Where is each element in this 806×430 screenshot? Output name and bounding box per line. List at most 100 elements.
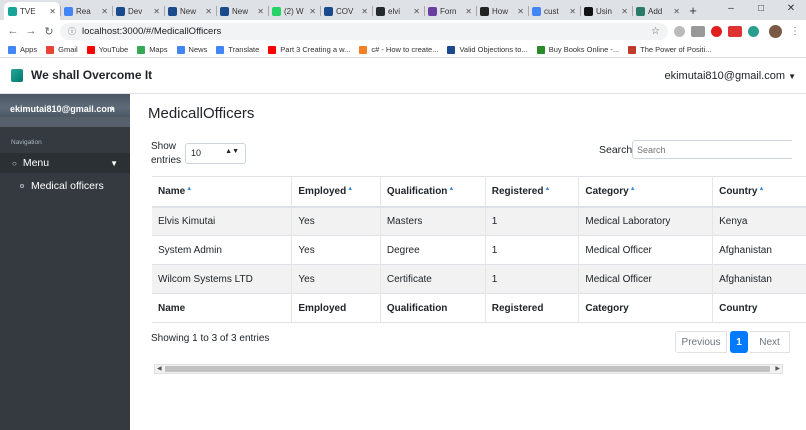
tab-close-icon[interactable]: ✕ (569, 7, 576, 16)
table-cell: Medical Laboratory (578, 206, 714, 236)
sidebar-item-medical-officers[interactable]: Medical officers (0, 177, 130, 195)
table-footer-row: Name Employed Qualification Registered Categ… (152, 293, 806, 323)
bookmarks-bar: Apps Gmail YouTube Maps News Translate Part 3 … (0, 42, 806, 58)
url-input[interactable]: ⓘ localhost:3000/#/MedicallOfficers ☆ (60, 22, 668, 40)
column-header[interactable]: Qualification▲ (380, 176, 486, 208)
bookmark-item[interactable]: c# - How to create... (359, 45, 438, 54)
tab-close-icon[interactable]: ✕ (309, 7, 316, 16)
camera-extension-icon[interactable] (691, 25, 705, 37)
tab-close-icon[interactable]: ✕ (673, 7, 680, 16)
tab-favicon-icon (324, 6, 333, 16)
bookmark-item[interactable]: Apps (8, 45, 37, 54)
bookmark-item[interactable]: Part 3 Creating a w... (268, 45, 350, 54)
bookmark-favicon-icon (137, 45, 146, 54)
column-footer-label: Name (158, 302, 186, 314)
shield-extension-icon[interactable] (674, 25, 685, 37)
bookmark-label: Part 3 Creating a w... (280, 45, 351, 54)
profile-avatar[interactable] (769, 24, 782, 38)
brand[interactable]: We shall Overcome It (11, 68, 152, 82)
tab-favicon-icon (532, 6, 541, 16)
page-1-button[interactable]: 1 (730, 331, 748, 353)
bookmark-item[interactable]: YouTube (86, 45, 128, 54)
tab-close-icon[interactable]: ✕ (49, 7, 56, 16)
browser-tab[interactable]: Rea ✕ (60, 2, 112, 20)
column-footer-label: Qualification (386, 302, 448, 314)
page-length-select[interactable]: 10 ▲▼ (185, 143, 246, 164)
sidebar-user-panel[interactable]: ekimutai810@gmail.com › (0, 94, 130, 127)
column-header[interactable]: Registered▲ (485, 176, 580, 208)
minimize-icon[interactable]: – (716, 0, 746, 18)
maximize-icon[interactable]: □ (746, 0, 776, 18)
table-row[interactable]: Elvis Kimutai Yes Masters 1 Medical Laborato… (152, 206, 806, 236)
table-cell: Masters (380, 206, 486, 236)
bookmark-star-icon[interactable]: ☆ (651, 26, 660, 37)
browser-tab[interactable]: COV ✕ (320, 2, 372, 20)
tab-close-icon[interactable]: ✕ (621, 7, 628, 16)
sidebar-menu-toggle[interactable]: ○ Menu ▼ (0, 153, 130, 173)
tab-label: Forn (440, 6, 457, 16)
menu-icon: ○ (12, 158, 17, 168)
scrollbar-thumb[interactable] (165, 366, 770, 372)
recycle-extension-icon[interactable] (748, 25, 759, 37)
tab-close-icon[interactable]: ✕ (517, 7, 524, 16)
bookmark-favicon-icon (46, 45, 55, 54)
horizontal-scrollbar[interactable]: ◀ ▶ (154, 364, 783, 374)
browser-tab[interactable]: Usin ✕ (580, 2, 632, 20)
tab-close-icon[interactable]: ✕ (465, 7, 472, 16)
table-row[interactable]: Wilcom Systems LTD Yes Certificate 1 Medical… (152, 264, 806, 294)
search-input[interactable] (632, 140, 792, 159)
table-cell: Yes (291, 264, 381, 294)
opera-extension-icon[interactable] (711, 25, 722, 37)
column-header[interactable]: Category▲ (578, 176, 714, 208)
browser-tab[interactable]: (2) W ✕ (268, 2, 320, 20)
tab-close-icon[interactable]: ✕ (153, 7, 160, 16)
scroll-right-icon[interactable]: ▶ (775, 365, 780, 372)
bookmark-item[interactable]: Translate (216, 45, 259, 54)
tab-close-icon[interactable]: ✕ (101, 7, 108, 16)
bookmark-item[interactable]: The Power of Positi... (628, 45, 711, 54)
browser-tab[interactable]: elvi ✕ (372, 2, 424, 20)
browser-tab[interactable]: Dev ✕ (112, 2, 164, 20)
browser-tab[interactable]: Add ✕ (632, 2, 684, 20)
new-tab-button[interactable]: + (684, 2, 702, 20)
browser-tab[interactable]: New ✕ (164, 2, 216, 20)
close-window-icon[interactable]: ✕ (776, 0, 806, 18)
pdf-extension-icon[interactable] (728, 25, 742, 37)
browser-tab[interactable]: cust ✕ (528, 2, 580, 20)
tab-close-icon[interactable]: ✕ (257, 7, 264, 16)
info-icon[interactable]: ⓘ (68, 26, 76, 37)
next-page-button[interactable]: Next (750, 331, 790, 353)
bookmark-favicon-icon (176, 45, 185, 54)
bookmark-item[interactable]: Gmail (46, 45, 78, 54)
bookmark-item[interactable]: News (176, 45, 207, 54)
column-header[interactable]: Country▲ (712, 176, 806, 208)
bookmark-item[interactable]: Buy Books Online -... (536, 45, 619, 54)
tab-label: Rea (76, 6, 91, 16)
browser-tab[interactable]: New ✕ (216, 2, 268, 20)
table-info: Showing 1 to 3 of 3 entries (151, 333, 270, 344)
scroll-left-icon[interactable]: ◀ (157, 365, 162, 372)
browser-tab[interactable]: How ✕ (476, 2, 528, 20)
tab-favicon-icon (636, 6, 645, 16)
previous-page-button[interactable]: Previous (675, 331, 727, 353)
table-row[interactable]: System Admin Yes Degree 1 Medical Officer Afg… (152, 235, 806, 265)
browser-tab[interactable]: TVE ✕ (4, 2, 60, 20)
forward-icon[interactable]: → (24, 25, 38, 37)
menu-kebab-icon[interactable]: ⋮ (790, 26, 800, 37)
tab-label: COV (336, 6, 354, 16)
column-header[interactable]: Employed▲ (291, 176, 381, 208)
column-header[interactable]: Name▲ (152, 176, 293, 208)
browser-tab[interactable]: Forn ✕ (424, 2, 476, 20)
reload-icon[interactable]: ↻ (42, 25, 56, 38)
tab-close-icon[interactable]: ✕ (413, 7, 420, 16)
tab-close-icon[interactable]: ✕ (361, 7, 368, 16)
bookmark-item[interactable]: Valid Objections to... (447, 45, 528, 54)
bookmark-favicon-icon (8, 45, 16, 54)
bookmark-favicon-icon (216, 45, 225, 54)
back-icon[interactable]: ← (6, 25, 20, 37)
sort-icon: ▲ (347, 185, 354, 192)
tab-close-icon[interactable]: ✕ (205, 7, 212, 16)
user-dropdown[interactable]: ekimutai810@gmail.com ▼ (664, 70, 796, 82)
sidebar-item-label: Medical officers (31, 180, 104, 192)
bookmark-item[interactable]: Maps (137, 45, 168, 54)
